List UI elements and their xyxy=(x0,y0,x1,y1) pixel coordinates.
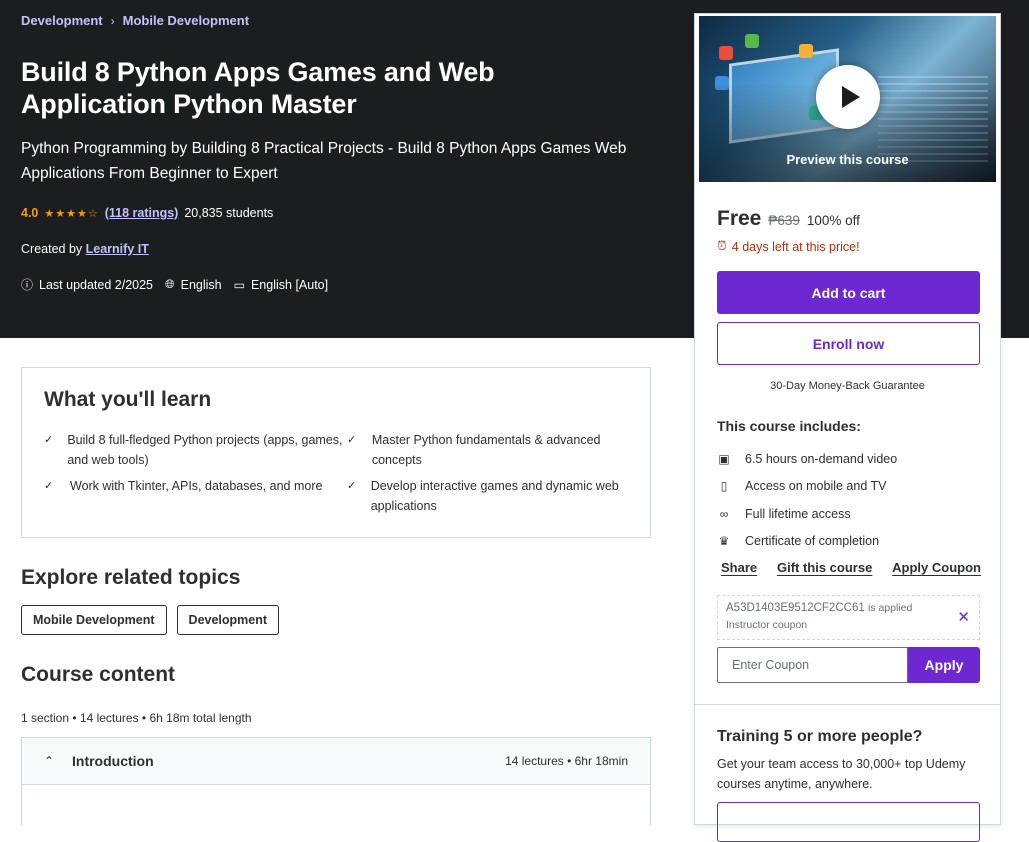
alert-icon: ⓘ xyxy=(21,278,34,292)
learn-item: ✓ Build 8 full-fledged Python projects (… xyxy=(44,430,347,470)
play-icon xyxy=(841,86,860,108)
learn-item-text: Work with Tkinter, APIs, databases, and … xyxy=(70,479,323,493)
learn-item-text: Develop interactive games and dynamic we… xyxy=(370,479,619,513)
learn-title: What you'll learn xyxy=(44,388,212,411)
chevron-right-icon: › xyxy=(110,13,115,28)
learn-item-text: Build 8 full-fledged Python projects (ap… xyxy=(67,433,343,467)
share-link[interactable]: Share xyxy=(721,560,757,575)
mobile-icon: ▯ xyxy=(720,479,728,494)
trophy-icon: ♛ xyxy=(718,534,730,549)
course-content-title: Course content xyxy=(21,663,176,686)
try-business-button[interactable] xyxy=(717,802,980,842)
learn-item-text: Master Python fundamentals & advanced co… xyxy=(371,433,601,467)
money-back-guarantee: 30-Day Money-Back Guarantee xyxy=(770,380,925,392)
chevron-up-icon: ⌃ xyxy=(44,754,55,768)
infinity-icon: ∞ xyxy=(719,506,729,521)
instructor-link[interactable]: Learnify IT xyxy=(86,242,149,256)
breadcrumb: Development › Mobile Development xyxy=(21,13,249,28)
ratings-count-link[interactable]: (118 ratings) xyxy=(105,206,179,220)
includes-item-text: 6.5 hours on-demand video xyxy=(745,451,898,466)
check-icon: ✓ xyxy=(44,434,54,446)
timer-text: 4 days left at this price! xyxy=(731,239,860,254)
coupon-applied-text: is applied xyxy=(867,602,913,614)
created-by-label: Created by xyxy=(21,242,83,256)
coupon-type: Instructor coupon xyxy=(726,619,808,631)
gift-course-link[interactable]: Gift this course xyxy=(777,560,872,575)
training-text: Get your team access to 30,000+ top Udem… xyxy=(717,757,966,791)
section-stats: 14 lectures • 6hr 18min xyxy=(505,754,628,768)
includes-item: ∞ Full lifetime access xyxy=(717,500,987,528)
apply-coupon-button[interactable]: Apply xyxy=(908,647,980,683)
section-name: Introduction xyxy=(72,753,154,769)
course-captions: English [Auto] xyxy=(250,277,329,292)
check-icon: ✓ xyxy=(44,480,54,492)
students-count: 20,835 students xyxy=(184,206,274,220)
rating-row: 4.0 ★★★★☆ (118 ratings) 20,835 students xyxy=(21,206,273,220)
includes-item: ▣ 6.5 hours on-demand video xyxy=(717,445,987,473)
discount-percent: 100% off xyxy=(806,213,860,228)
course-meta: ⓘ Last updated 2/2025 🌐︎ English ▭ Engli… xyxy=(21,276,328,293)
related-topics: Mobile Development Development xyxy=(21,605,280,635)
check-icon: ✓ xyxy=(347,480,357,492)
includes-item: ▯ Access on mobile and TV xyxy=(717,473,987,501)
applied-coupon: A53D1403E9512CF2CC61 is applied Instruct… xyxy=(717,595,980,640)
enroll-now-button[interactable]: Enroll now xyxy=(717,322,980,365)
section-body xyxy=(21,785,651,825)
remove-coupon-icon[interactable]: ✕ xyxy=(957,608,970,626)
includes-item-text: Full lifetime access xyxy=(745,506,851,521)
learn-list: ✓ Build 8 full-fledged Python projects (… xyxy=(44,430,634,516)
check-icon: ✓ xyxy=(347,434,357,446)
price-timer: ⏰︎ 4 days left at this price! xyxy=(717,239,860,254)
includes-item: ♛ Certificate of completion xyxy=(717,528,987,556)
topic-mobile-development[interactable]: Mobile Development xyxy=(21,605,167,635)
original-price: ₱639 xyxy=(768,213,800,228)
star-rating-icon: ★★★★☆ xyxy=(44,207,99,220)
includes-item-text: Certificate of completion xyxy=(745,534,880,549)
section-introduction[interactable]: ⌃ Introduction 14 lectures • 6hr 18min xyxy=(21,737,651,785)
course-language: English xyxy=(180,277,222,292)
includes-list: ▣ 6.5 hours on-demand video ▯ Access on … xyxy=(717,445,987,555)
learn-item: ✓ Master Python fundamentals & advanced … xyxy=(347,430,627,470)
course-title: Build 8 Python Apps Games and Web Applic… xyxy=(21,57,495,119)
alarm-clock-icon: ⏰︎ xyxy=(717,239,727,253)
video-icon: ▣ xyxy=(718,451,730,466)
course-subtitle: Python Programming by Building 8 Practic… xyxy=(21,140,627,182)
rating-value: 4.0 xyxy=(21,206,39,220)
divider xyxy=(695,704,1000,705)
learn-item: ✓ Develop interactive games and dynamic … xyxy=(347,476,627,516)
preview-label: Preview this course xyxy=(786,152,909,167)
topic-development[interactable]: Development xyxy=(176,605,280,635)
add-to-cart-button[interactable]: Add to cart xyxy=(717,271,980,314)
captions-icon: ▭ xyxy=(233,277,245,292)
apply-coupon-link[interactable]: Apply Coupon xyxy=(892,560,981,575)
course-content-meta: 1 section • 14 lectures • 6h 18m total l… xyxy=(21,711,252,725)
purchase-sidebar: Preview this course Free ₱639 100% off ⏰… xyxy=(694,13,1001,842)
last-updated: Last updated 2/2025 xyxy=(39,277,154,292)
learn-item: ✓ Work with Tkinter, APIs, databases, an… xyxy=(44,476,347,516)
breadcrumb-development[interactable]: Development xyxy=(21,13,103,28)
includes-title: This course includes: xyxy=(717,418,861,434)
price-row: Free ₱639 100% off xyxy=(717,207,860,231)
includes-item-text: Access on mobile and TV xyxy=(745,479,887,494)
breadcrumb-mobile-development[interactable]: Mobile Development xyxy=(123,13,249,28)
training-title: Training 5 or more people? xyxy=(717,728,923,745)
related-topics-title: Explore related topics xyxy=(21,566,241,589)
course-preview[interactable]: Preview this course xyxy=(699,16,996,182)
coupon-input[interactable]: Enter Coupon xyxy=(717,647,908,683)
current-price: Free xyxy=(717,207,762,230)
sidebar-links: Share Gift this course Apply Coupon xyxy=(721,560,981,575)
play-button[interactable] xyxy=(816,65,880,129)
globe-icon: 🌐︎ xyxy=(165,277,175,291)
what-youll-learn: What you'll learn ✓ Build 8 full-fledged… xyxy=(21,367,651,538)
created-by: Created by Learnify IT xyxy=(21,242,149,256)
coupon-code: A53D1403E9512CF2CC61 xyxy=(726,602,865,614)
